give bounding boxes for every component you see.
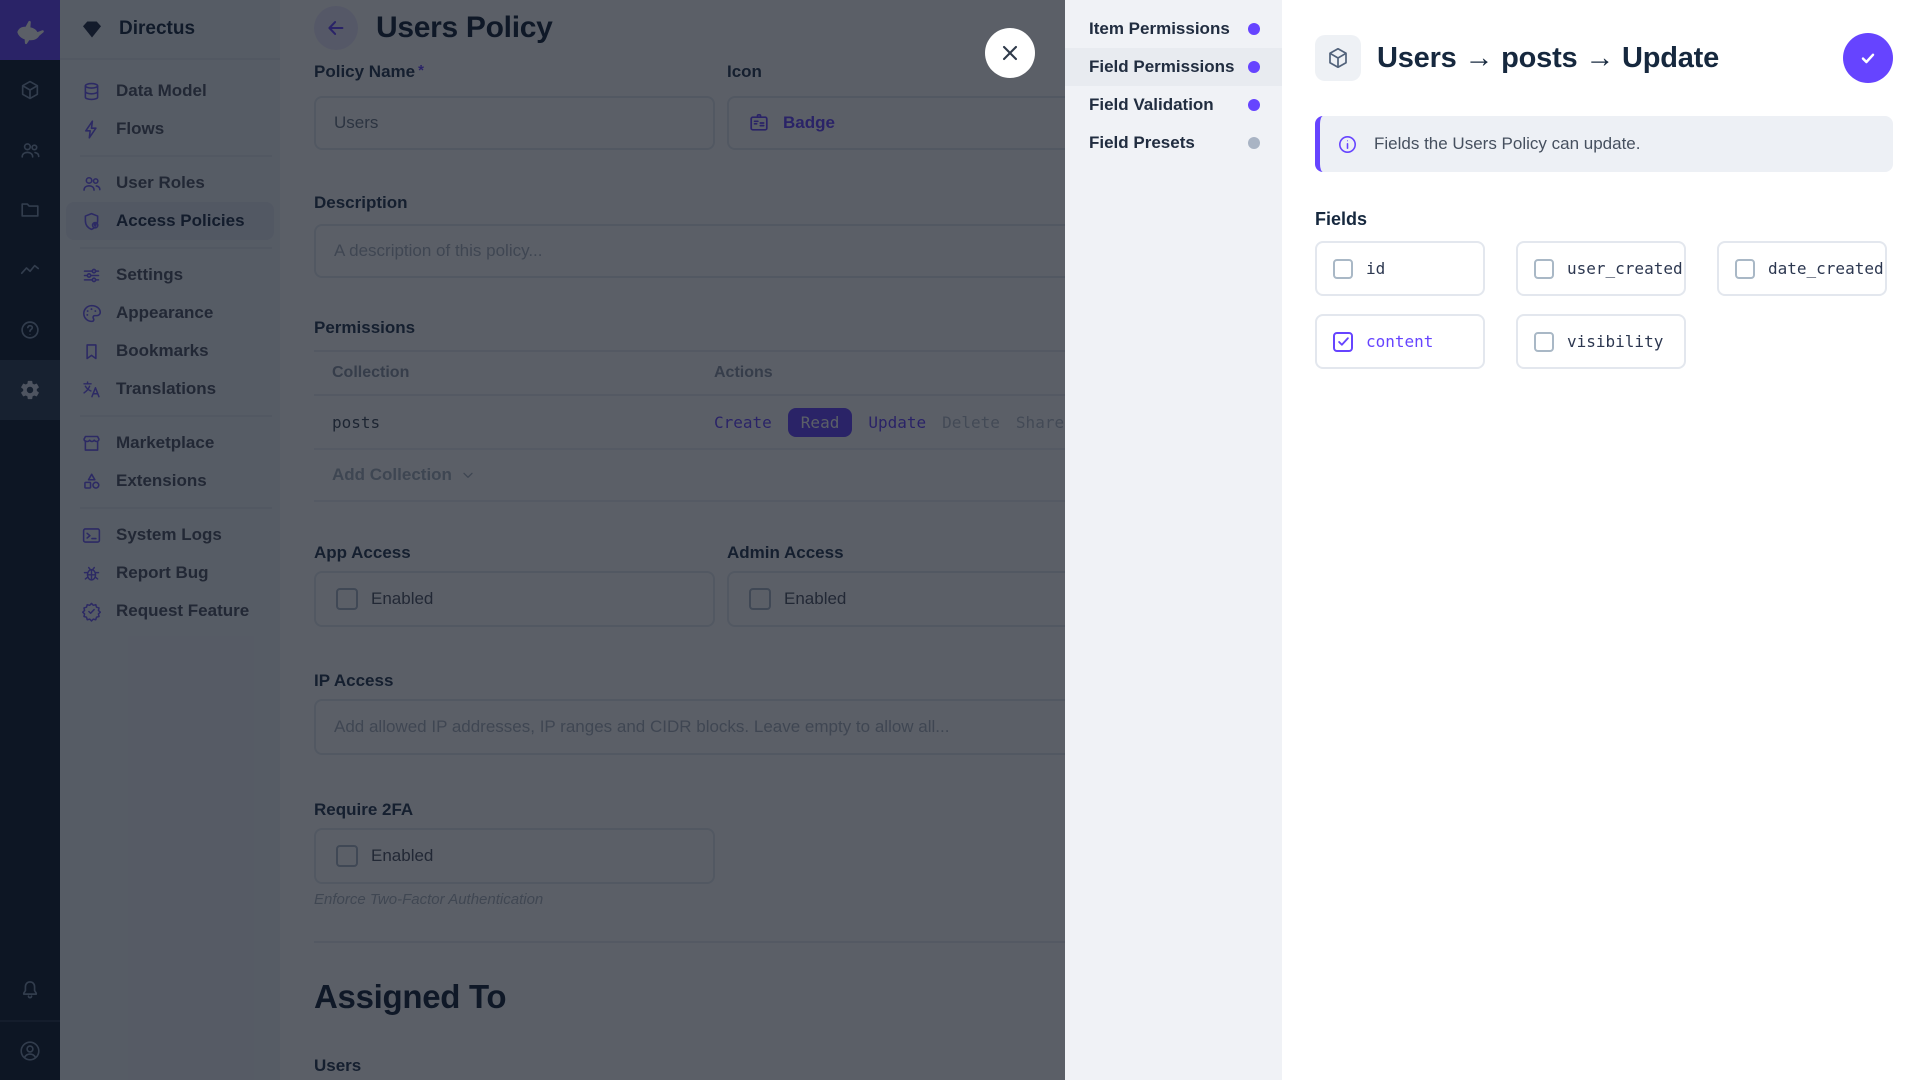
close-icon	[999, 42, 1021, 64]
field-checkbox[interactable]	[1735, 258, 1755, 279]
tab-field-presets[interactable]: Field Presets	[1065, 124, 1282, 162]
permissions-drawer: Item Permissions Field Permissions Field…	[1065, 0, 1920, 1080]
drawer-title: Users → posts → Update	[1377, 41, 1720, 74]
field-checkbox[interactable]	[1333, 258, 1353, 279]
field-checkbox[interactable]	[1534, 331, 1554, 352]
tab-item-permissions[interactable]: Item Permissions	[1065, 10, 1282, 48]
banner-text: Fields the Users Policy can update.	[1374, 134, 1641, 153]
status-dot	[1248, 61, 1260, 73]
field-checkbox-checked[interactable]	[1333, 331, 1353, 352]
field-card-user-created[interactable]: user_created	[1516, 241, 1686, 296]
drawer-navigation: Item Permissions Field Permissions Field…	[1065, 0, 1282, 1080]
tab-field-validation[interactable]: Field Validation	[1065, 86, 1282, 124]
fields-grid: id user_created date_created content vis…	[1315, 241, 1893, 369]
tab-field-permissions[interactable]: Field Permissions	[1065, 48, 1282, 86]
save-button[interactable]	[1843, 33, 1893, 83]
field-card-id[interactable]: id	[1315, 241, 1485, 296]
cube-icon	[1326, 46, 1350, 70]
info-icon	[1337, 134, 1358, 155]
drawer-content: Users → posts → Update Fields the Users …	[1282, 0, 1920, 1080]
close-drawer-button[interactable]	[985, 28, 1035, 78]
drawer-header: Users → posts → Update	[1315, 33, 1893, 83]
fields-section-label: Fields	[1315, 209, 1368, 229]
status-dot	[1248, 23, 1260, 35]
field-card-content[interactable]: content	[1315, 314, 1485, 369]
field-card-date-created[interactable]: date_created	[1717, 241, 1887, 296]
field-checkbox[interactable]	[1534, 258, 1554, 279]
status-dot	[1248, 137, 1260, 149]
collection-icon-chip	[1315, 35, 1361, 81]
status-dot	[1248, 99, 1260, 111]
check-icon	[1856, 46, 1880, 70]
field-card-visibility[interactable]: visibility	[1516, 314, 1686, 369]
info-banner: Fields the Users Policy can update.	[1315, 116, 1893, 172]
